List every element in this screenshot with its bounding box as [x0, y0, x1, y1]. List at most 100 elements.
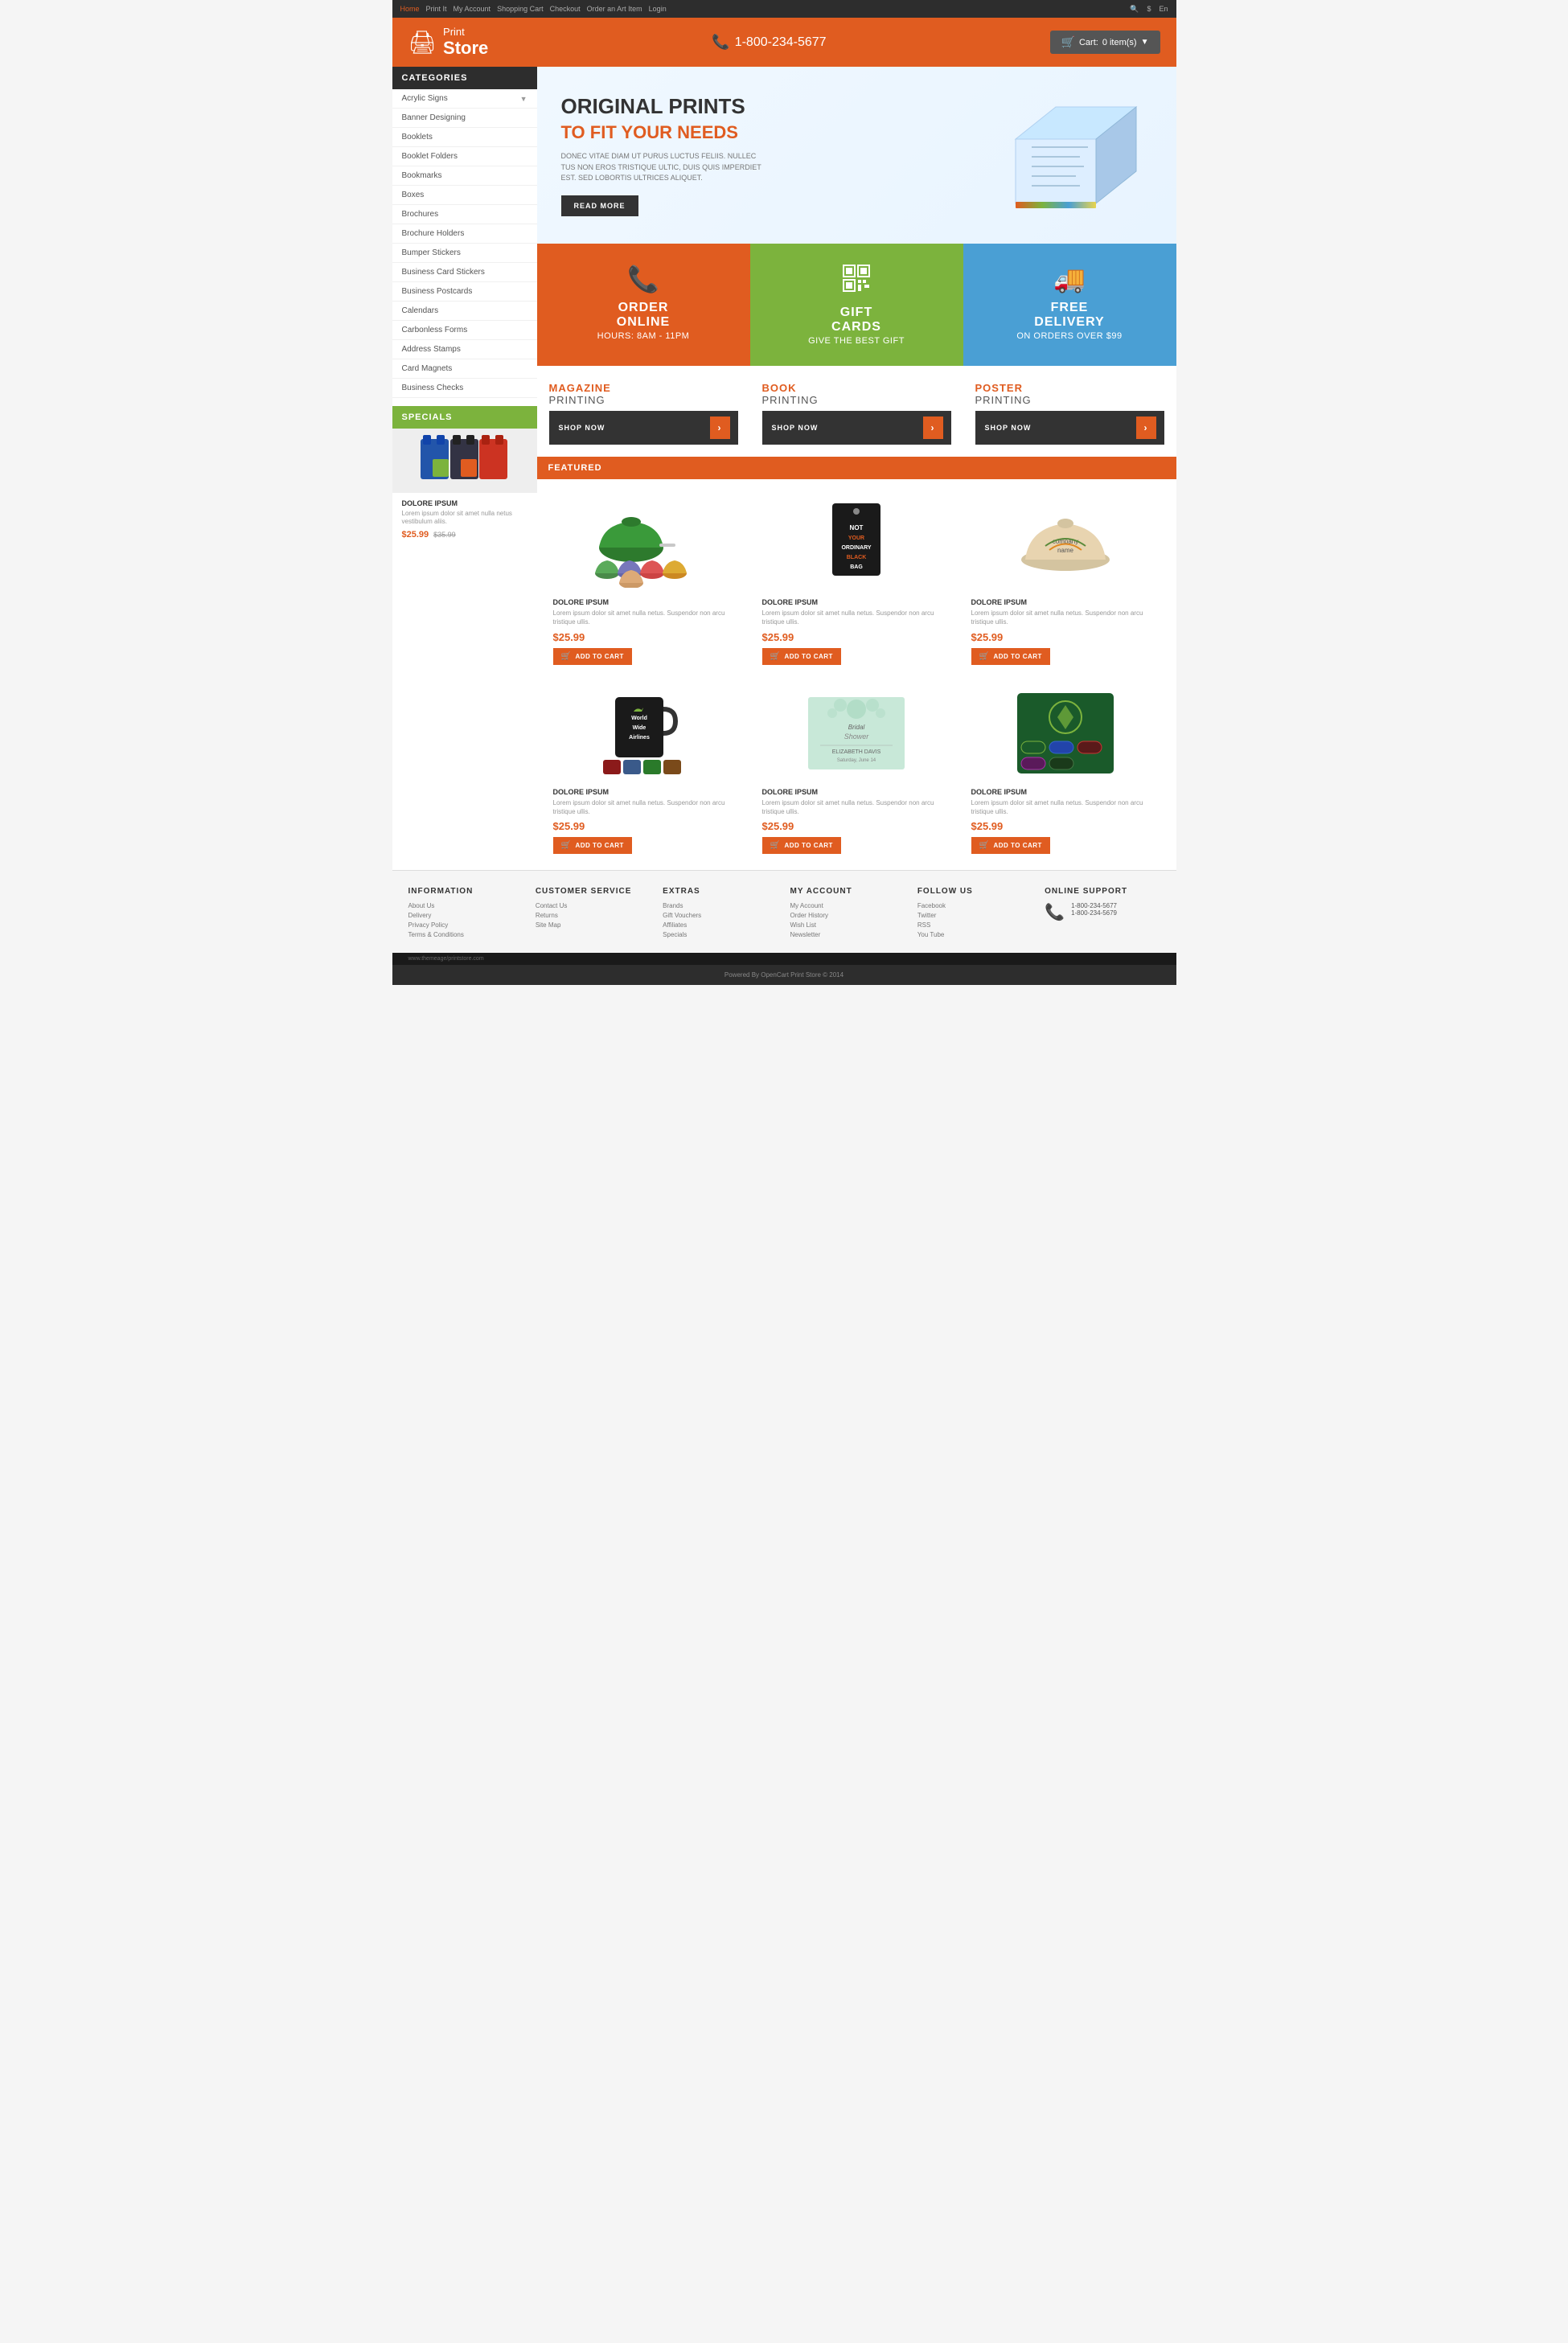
nav-login[interactable]: Login — [649, 5, 667, 13]
footer-website: www.themeage/printstore.com — [392, 953, 1176, 965]
logo[interactable]: 🖨 Print Store — [408, 26, 489, 59]
svg-text:Bridal: Bridal — [848, 724, 865, 731]
footer-link-terms[interactable]: Terms & Conditions — [408, 931, 523, 938]
support-numbers: 1-800-234-5677 1-800-234-5679 — [1071, 902, 1117, 917]
cart-icon-btn: 🛒 — [561, 652, 572, 661]
footer-link-orderhistory[interactable]: Order History — [790, 912, 905, 919]
footer-link-sitemap[interactable]: Site Map — [536, 921, 651, 929]
footer-link-myaccount[interactable]: My Account — [790, 902, 905, 909]
currency-selector[interactable]: $ — [1147, 5, 1151, 13]
add-to-cart-button-2[interactable]: 🛒 ADD TO CART — [762, 648, 841, 665]
cart-button[interactable]: 🛒 Cart: 0 item(s) ▼ — [1050, 31, 1160, 54]
sidebar-item-brochure-holders[interactable]: Brochure Holders — [392, 224, 537, 244]
shop-now-magazine[interactable]: SHOP NOW › — [549, 411, 738, 445]
header: 🖨 Print Store 📞 1-800-234-5677 🛒 Cart: 0… — [392, 18, 1176, 67]
svg-text:YOUR: YOUR — [848, 535, 864, 541]
printer-icon: 🖨 — [408, 29, 437, 55]
cart-icon-btn: 🛒 — [561, 841, 572, 850]
truck-feature-icon: 🚚 — [979, 264, 1160, 294]
add-to-cart-label-1: ADD TO CART — [575, 653, 623, 660]
top-nav: Home Print It My Account Shopping Cart C… — [392, 0, 1176, 18]
sidebar: CATEGORIES Acrylic Signs ▼ Banner Design… — [392, 67, 537, 870]
specials-price-old: $35.99 — [433, 531, 456, 539]
top-nav-right: 🔍 $ En — [1130, 5, 1168, 14]
footer-link-brands[interactable]: Brands — [663, 902, 778, 909]
cart-icon-btn: 🛒 — [979, 841, 990, 850]
product-price-2: $25.99 — [762, 631, 951, 643]
sidebar-item-label: Bumper Stickers — [402, 248, 461, 257]
add-to-cart-button-3[interactable]: 🛒 ADD TO CART — [971, 648, 1050, 665]
svg-text:ORDINARY: ORDINARY — [841, 545, 871, 551]
product-desc-5: Lorem ipsum dolor sit amet nulla netus. … — [762, 798, 951, 816]
feature-box-order[interactable]: 📞 ORDERONLINE HOURS: 8AM - 11PM — [537, 244, 750, 366]
footer-col-title: ONLINE SUPPORT — [1045, 887, 1160, 896]
sidebar-item-label: Brochure Holders — [402, 229, 465, 238]
sidebar-item-brochures[interactable]: Brochures — [392, 205, 537, 224]
shop-now-poster[interactable]: SHOP NOW › — [975, 411, 1164, 445]
product-card-2: NOT YOUR ORDINARY BLACK BAG DOLORE IPSUM… — [758, 491, 955, 668]
feature-box-delivery[interactable]: 🚚 FREEDELIVERY ON ORDERS OVER $99 — [963, 244, 1176, 366]
sidebar-item-acrylic[interactable]: Acrylic Signs ▼ — [392, 89, 537, 109]
read-more-button[interactable]: READ MORE — [561, 195, 638, 216]
add-to-cart-button-4[interactable]: 🛒 ADD TO CART — [553, 837, 632, 854]
sidebar-item-biz-card[interactable]: Business Card Stickers — [392, 263, 537, 282]
sidebar-item-booklet-folders[interactable]: Booklet Folders — [392, 147, 537, 166]
sidebar-item-bumper[interactable]: Bumper Stickers — [392, 244, 537, 263]
shop-now-label: SHOP NOW — [772, 424, 819, 432]
nav-order-art[interactable]: Order an Art Item — [587, 5, 642, 13]
sidebar-item-boxes[interactable]: Boxes — [392, 186, 537, 205]
sidebar-item-bookmarks[interactable]: Bookmarks — [392, 166, 537, 186]
language-selector[interactable]: En — [1159, 5, 1168, 13]
nav-checkout[interactable]: Checkout — [550, 5, 581, 13]
hero-image — [991, 91, 1152, 220]
add-to-cart-label-3: ADD TO CART — [993, 653, 1041, 660]
feature-boxes: 📞 ORDERONLINE HOURS: 8AM - 11PM — [537, 244, 1176, 366]
logo-store: Store — [443, 38, 488, 59]
add-to-cart-button-6[interactable]: 🛒 ADD TO CART — [971, 837, 1050, 854]
add-to-cart-button-5[interactable]: 🛒 ADD TO CART — [762, 837, 841, 854]
sidebar-item-checks[interactable]: Business Checks — [392, 379, 537, 398]
search-icon[interactable]: 🔍 — [1130, 5, 1139, 14]
sidebar-item-carbonless[interactable]: Carbonless Forms — [392, 321, 537, 340]
sidebar-item-magnets[interactable]: Card Magnets — [392, 359, 537, 379]
sidebar-item-postcards[interactable]: Business Postcards — [392, 282, 537, 302]
content-area: ORIGINAL PRINTS TO FIT YOUR NEEDS DONEC … — [537, 67, 1176, 870]
add-to-cart-label-6: ADD TO CART — [993, 842, 1041, 849]
footer-col-information: INFORMATION About Us Delivery Privacy Po… — [408, 887, 523, 941]
sidebar-item-booklets[interactable]: Booklets — [392, 128, 537, 147]
nav-print[interactable]: Print It — [426, 5, 447, 13]
feature-box-gift[interactable]: GIFTCARDS GIVE THE BEST GIFT — [750, 244, 963, 366]
footer-col-customer: CUSTOMER SERVICE Contact Us Returns Site… — [536, 887, 651, 941]
footer-link-newsletter[interactable]: Newsletter — [790, 931, 905, 938]
specials-product-title: DOLORE IPSUM — [402, 499, 527, 507]
shop-now-book[interactable]: SHOP NOW › — [762, 411, 951, 445]
sidebar-item-banner[interactable]: Banner Designing — [392, 109, 537, 128]
footer-link-facebook[interactable]: Facebook — [917, 902, 1032, 909]
sidebar-item-label: Business Checks — [402, 384, 464, 392]
feature-subtitle-order: HOURS: 8AM - 11PM — [553, 331, 734, 341]
footer-link-rss[interactable]: RSS — [917, 921, 1032, 929]
sidebar-item-label: Business Card Stickers — [402, 268, 485, 277]
nav-cart[interactable]: Shopping Cart — [497, 5, 544, 13]
hero-title: ORIGINAL PRINTS — [561, 94, 991, 119]
add-to-cart-button-1[interactable]: 🛒 ADD TO CART — [553, 648, 632, 665]
product-desc-1: Lorem ipsum dolor sit amet nulla netus. … — [553, 609, 742, 626]
footer-link-wishlist[interactable]: Wish List — [790, 921, 905, 929]
sidebar-item-stamps[interactable]: Address Stamps — [392, 340, 537, 359]
nav-account[interactable]: My Account — [454, 5, 491, 13]
footer-link-affiliates[interactable]: Affiliates — [663, 921, 778, 929]
nav-home[interactable]: Home — [400, 5, 420, 13]
footer-link-gift[interactable]: Gift Vouchers — [663, 912, 778, 919]
footer-grid: INFORMATION About Us Delivery Privacy Po… — [408, 887, 1160, 941]
sidebar-item-calendars[interactable]: Calendars — [392, 302, 537, 321]
footer-link-youtube[interactable]: You Tube — [917, 931, 1032, 938]
footer-link-specials[interactable]: Specials — [663, 931, 778, 938]
product-price-4: $25.99 — [553, 820, 742, 832]
footer-link-twitter[interactable]: Twitter — [917, 912, 1032, 919]
hero-description: DONEC VITAE DIAM UT PURUS LUCTUS FELIIS.… — [561, 151, 762, 184]
footer-link-privacy[interactable]: Privacy Policy — [408, 921, 523, 929]
footer-link-delivery[interactable]: Delivery — [408, 912, 523, 919]
footer-link-returns[interactable]: Returns — [536, 912, 651, 919]
footer-link-contact[interactable]: Contact Us — [536, 902, 651, 909]
footer-link-about[interactable]: About Us — [408, 902, 523, 909]
